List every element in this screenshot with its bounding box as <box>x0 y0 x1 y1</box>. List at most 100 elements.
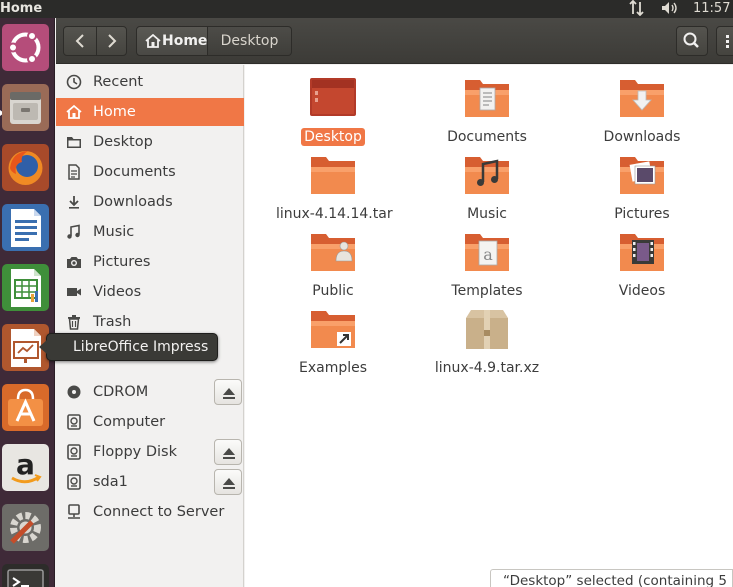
sidebar-item-sda1[interactable]: sda1 <box>56 468 244 496</box>
sidebar-item-label: Floppy Disk <box>93 444 177 460</box>
search-icon <box>683 32 699 48</box>
trash-icon <box>68 315 80 330</box>
breadcrumb-home[interactable]: Home <box>136 26 208 56</box>
sidebar-item-label: sda1 <box>93 474 128 490</box>
file-item-documents[interactable]: Documents <box>427 75 547 151</box>
search-button[interactable] <box>676 26 708 56</box>
sidebar-item-label: Music <box>93 224 135 240</box>
window-title: Home <box>0 1 43 16</box>
launcher-firefox-button[interactable] <box>2 144 49 191</box>
file-item-videos[interactable]: Videos <box>582 229 702 305</box>
view-menu-button[interactable] <box>716 26 733 56</box>
top-panel: Home 11:57 <box>0 0 733 18</box>
chevron-right-icon <box>108 34 117 48</box>
launcher-calc-button[interactable] <box>2 264 49 311</box>
file-item-linux-tar-folder[interactable]: linux-4.14.14.tar <box>273 152 393 228</box>
menu-icon <box>726 35 729 48</box>
eject-button[interactable] <box>214 439 242 465</box>
sidebar-item-label: Connect to Server <box>93 504 225 520</box>
folder-link-icon <box>311 311 355 348</box>
camera-icon <box>67 257 81 268</box>
firefox-icon <box>8 151 43 185</box>
sidebar-item-desktop[interactable]: Desktop <box>56 128 244 156</box>
sidebar-item-downloads[interactable]: Downloads <box>56 188 244 216</box>
sidebar-item-floppy[interactable]: Floppy Disk <box>56 438 244 466</box>
file-item-label: Downloads <box>603 129 681 145</box>
file-item-label: Desktop <box>301 128 365 146</box>
terminal-icon <box>7 569 44 587</box>
sidebar-item-videos[interactable]: Videos <box>56 278 244 306</box>
sidebar-item-label: Home <box>93 104 136 120</box>
sidebar-item-documents[interactable]: Documents <box>56 158 244 186</box>
drive-icon <box>67 474 81 490</box>
sidebar-item-label: Downloads <box>93 194 173 210</box>
launcher-settings-button[interactable] <box>2 504 49 551</box>
file-item-label: Pictures <box>614 206 670 222</box>
sidebar-item-home[interactable]: Home <box>56 98 244 126</box>
amazon-icon: a <box>11 448 42 484</box>
file-item-pictures[interactable]: Pictures <box>582 152 702 228</box>
file-item-music[interactable]: Music <box>427 152 547 228</box>
launcher-software-button[interactable] <box>2 384 49 431</box>
settings-icon <box>10 512 41 544</box>
file-view: Desktop Documents Downloads linux-4.14.1… <box>245 65 733 587</box>
file-item-public[interactable]: Public <box>273 229 393 305</box>
drive-icon <box>67 444 81 460</box>
launcher-writer-button[interactable] <box>2 204 49 251</box>
public-folder-icon <box>311 234 355 271</box>
clock[interactable]: 11:57 <box>693 0 730 17</box>
sidebar-item-recent[interactable]: Recent <box>56 68 244 96</box>
desktop-folder-icon <box>310 78 356 116</box>
home-icon <box>66 104 82 119</box>
header-bar: Home Desktop <box>56 18 733 64</box>
sidebar-item-label: Computer <box>93 414 166 430</box>
sidebar-item-pictures[interactable]: Pictures <box>56 248 244 276</box>
music-icon <box>67 224 80 239</box>
calc-icon <box>11 269 41 307</box>
sidebar-item-label: Pictures <box>93 254 151 270</box>
sidebar-item-music[interactable]: Music <box>56 218 244 246</box>
sidebar-item-connect-to-server[interactable]: Connect to Server <box>56 498 244 526</box>
sidebar-item-trash[interactable]: Trash <box>56 308 244 336</box>
eject-button[interactable] <box>214 469 242 495</box>
software-center-icon <box>8 388 43 426</box>
file-item-templates[interactable]: a Templates <box>427 229 547 305</box>
eject-icon <box>223 478 235 489</box>
folder-icon <box>311 157 355 194</box>
file-item-linux-archive[interactable]: linux-4.9.tar.xz <box>427 306 547 382</box>
drive-icon <box>67 414 81 430</box>
video-icon <box>67 288 81 296</box>
file-item-downloads[interactable]: Downloads <box>582 75 702 151</box>
launcher-tooltip: LibreOffice Impress <box>39 333 218 361</box>
back-button[interactable] <box>64 27 96 55</box>
clock-icon <box>66 74 82 90</box>
sidebar-item-label: Trash <box>93 314 132 330</box>
file-item-label: Documents <box>447 129 527 145</box>
svg-text:a: a <box>483 245 493 264</box>
file-item-label: Public <box>312 283 354 299</box>
launcher-dash-button[interactable] <box>2 24 49 71</box>
download-icon <box>69 196 79 209</box>
sidebar-item-label: CDROM <box>93 384 149 400</box>
launcher: a <box>0 18 55 587</box>
ubuntu-logo-icon <box>8 31 41 64</box>
sidebar-item-label: Recent <box>93 74 144 90</box>
sidebar-item-cdrom[interactable]: CDROM <box>56 378 244 406</box>
file-item-label: Videos <box>618 283 666 299</box>
archive-icon <box>466 310 508 349</box>
forward-button[interactable] <box>96 27 128 55</box>
file-item-label: Templates <box>451 283 523 299</box>
file-item-desktop[interactable]: Desktop <box>273 75 393 151</box>
network-icon <box>68 504 80 519</box>
launcher-amazon-button[interactable]: a <box>2 444 49 491</box>
launcher-terminal-button[interactable] <box>2 564 49 587</box>
file-item-examples[interactable]: Examples <box>273 306 393 382</box>
disc-icon <box>67 385 81 399</box>
breadcrumb-desktop[interactable]: Desktop <box>208 26 292 56</box>
home-icon <box>145 34 161 48</box>
launcher-files-button[interactable] <box>2 84 49 131</box>
sidebar-item-computer[interactable]: Computer <box>56 408 244 436</box>
file-item-label: linux-4.14.14.tar <box>276 206 393 222</box>
eject-button[interactable] <box>214 379 242 405</box>
sidebar-item-label: Videos <box>93 284 142 300</box>
